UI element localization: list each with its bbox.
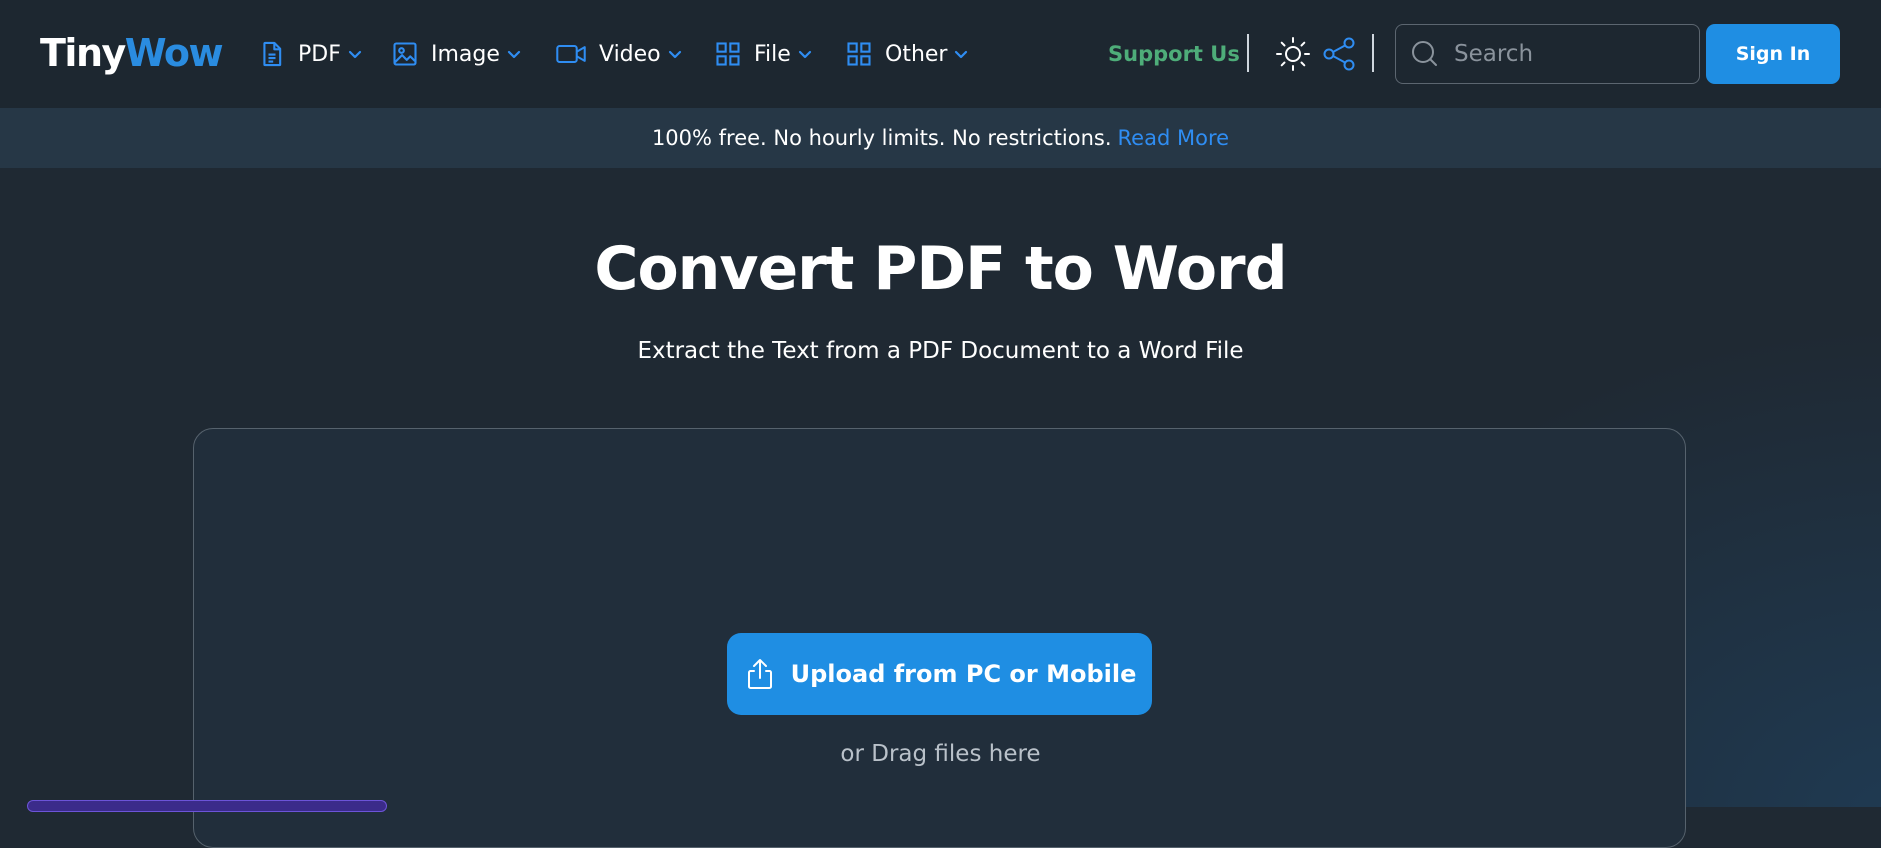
nav-other-label: Other [885,41,948,67]
nav-pdf-label: PDF [298,41,341,67]
upload-label: Upload from PC or Mobile [790,660,1137,688]
nav-video-label: Video [599,41,661,67]
chevron-down-icon [955,50,968,59]
share-icon [1323,37,1355,71]
read-more-link[interactable]: Read More [1118,126,1230,150]
chevron-down-icon [798,50,811,59]
top-navbar: TinyWow PDF Image Video File Other Suppo… [0,0,1881,108]
tinywow-logo[interactable]: TinyWow [40,29,224,77]
upload-icon [747,659,772,689]
upload-button[interactable]: Upload from PC or Mobile [727,633,1152,715]
support-us-link[interactable]: Support Us [1108,38,1240,70]
chevron-down-icon [507,50,521,59]
video-camera-icon [556,44,586,64]
nav-image-label: Image [431,41,500,67]
banner-text: 100% free. No hourly limits. No restrict… [651,126,1112,150]
grid-icon [847,42,871,66]
search-box[interactable] [1395,24,1700,84]
image-icon [393,42,417,66]
nav-divider [1247,34,1249,72]
search-input[interactable] [1454,41,1694,67]
chevron-down-icon [348,50,361,59]
sign-in-button[interactable]: Sign In [1706,24,1840,84]
pdf-file-icon [263,41,282,67]
page-title: Convert PDF to Word [594,234,1287,304]
nav-image-menu[interactable]: Image [391,36,522,72]
nav-other-menu[interactable]: Other [845,36,969,72]
theme-toggle-button[interactable] [1275,36,1311,72]
info-banner: 100% free. No hourly limits. No restrict… [0,108,1881,168]
logo-tiny: Tiny [40,31,126,75]
chevron-down-icon [668,50,681,59]
nav-video-menu[interactable]: Video [555,36,683,72]
nav-file-label: File [754,41,791,67]
promo-widget[interactable] [27,800,387,812]
nav-file-menu[interactable]: File [714,36,813,72]
drag-hint: or Drag files here [840,741,1041,767]
nav-pdf-menu[interactable]: PDF [258,36,363,72]
search-icon [1412,41,1437,66]
nav-divider [1372,34,1374,72]
sun-icon [1276,37,1310,71]
logo-wow: Wow [124,31,224,75]
share-button[interactable] [1321,36,1357,72]
grid-icon [716,42,740,66]
page-subtitle: Extract the Text from a PDF Document to … [637,338,1244,364]
